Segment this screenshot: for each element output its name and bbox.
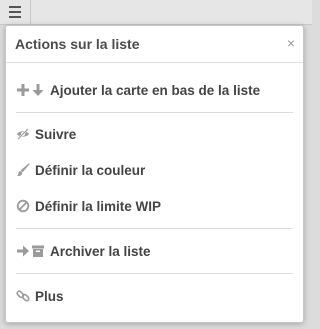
hamburger-icon-line	[9, 11, 21, 13]
add-card-bottom-label: Ajouter la carte en bas de la liste	[50, 82, 261, 98]
divider	[16, 112, 293, 113]
hamburger-icon	[9, 6, 21, 8]
ban-icon	[16, 199, 30, 213]
paintbrush-icon	[17, 163, 30, 177]
list-menu-button[interactable]	[0, 0, 31, 24]
divider	[16, 273, 293, 274]
eye-slash-icon	[17, 128, 29, 140]
set-wip-limit-label: Définir la limite WIP	[35, 198, 162, 214]
list-actions-popover: Actions sur la liste × Ajouter la carte …	[5, 25, 304, 323]
arrow-down-icon	[32, 84, 44, 96]
more-item[interactable]: Plus	[16, 284, 293, 308]
set-color-item[interactable]: Définir la couleur	[16, 158, 293, 182]
set-color-label: Définir la couleur	[35, 162, 146, 178]
plus-icon	[17, 84, 29, 96]
popover-header: Actions sur la liste ×	[6, 26, 303, 63]
set-wip-limit-item[interactable]: Définir la limite WIP	[16, 194, 293, 218]
arrow-right-icon	[17, 245, 29, 257]
popover-title: Actions sur la liste	[15, 36, 140, 52]
divider	[16, 228, 293, 229]
archive-list-item[interactable]: Archiver la liste	[16, 239, 293, 263]
archive-icon	[32, 245, 44, 257]
add-card-bottom-item[interactable]: Ajouter la carte en bas de la liste	[16, 78, 293, 102]
archive-list-label: Archiver la liste	[50, 243, 151, 259]
link-icon	[16, 290, 30, 302]
more-label: Plus	[35, 288, 64, 304]
hamburger-icon-line	[9, 16, 21, 18]
follow-label: Suivre	[35, 126, 77, 142]
follow-item[interactable]: Suivre	[16, 122, 293, 146]
list-header-bar	[0, 0, 312, 25]
close-button[interactable]: ×	[287, 35, 295, 51]
